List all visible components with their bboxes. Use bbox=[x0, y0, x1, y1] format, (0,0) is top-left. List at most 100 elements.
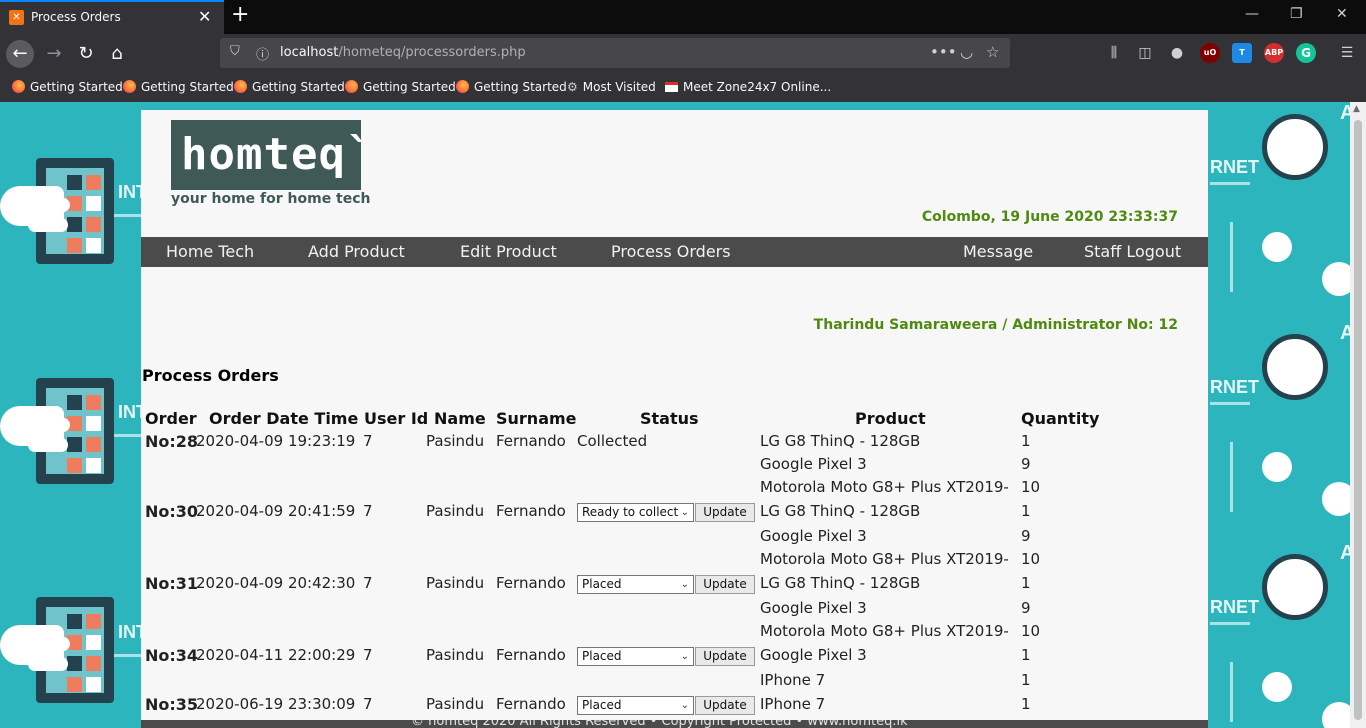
grammarly-icon[interactable]: G bbox=[1296, 43, 1316, 63]
bookmark-item[interactable]: Getting Started bbox=[345, 80, 456, 94]
restore-icon[interactable]: ❐ bbox=[1290, 6, 1303, 22]
library-icon[interactable]: ⫼ bbox=[1104, 43, 1124, 63]
product-name: LG G8 ThinQ - 128GB bbox=[760, 574, 921, 592]
chevron-down-icon: ⌄ bbox=[680, 579, 689, 590]
order-name: Pasindu bbox=[426, 695, 485, 713]
firefox-icon bbox=[234, 80, 247, 93]
browser-tab[interactable]: ✕ Process Orders ✕ bbox=[0, 0, 224, 34]
bookmark-star-icon[interactable]: ☆ bbox=[986, 43, 999, 61]
menu-staff-logout[interactable]: Staff Logout bbox=[1084, 242, 1181, 261]
tab-close-icon[interactable]: ✕ bbox=[198, 7, 211, 26]
home-icon[interactable]: ⌂ bbox=[103, 40, 131, 68]
update-button[interactable]: Update bbox=[695, 696, 755, 715]
product-name: Google Pixel 3 bbox=[760, 455, 867, 473]
order-number: No:35 bbox=[145, 695, 199, 714]
ublock-icon[interactable]: uO bbox=[1200, 43, 1220, 63]
adblock-plus-icon[interactable]: ABP bbox=[1264, 43, 1284, 63]
product-name: Google Pixel 3 bbox=[760, 527, 867, 545]
window-close-icon[interactable]: ✕ bbox=[1336, 6, 1348, 22]
url-text[interactable]: localhost/hometeq/processorders.php bbox=[280, 45, 526, 60]
product-name: Motorola Moto G8+ Plus XT2019- bbox=[760, 622, 1009, 640]
order-number: No:30 bbox=[145, 502, 199, 521]
update-button[interactable]: Update bbox=[695, 647, 755, 666]
reload-icon[interactable]: ↻ bbox=[72, 40, 100, 68]
pocket-icon[interactable]: ◡ bbox=[960, 43, 973, 61]
page-viewport: INT INT INT RNET RNET RNET A A A homteq`… bbox=[0, 102, 1350, 728]
product-name: Google Pixel 3 bbox=[760, 599, 867, 617]
translate-icon[interactable]: T bbox=[1232, 43, 1252, 63]
main-menu: Home Tech Add Product Edit Product Proce… bbox=[141, 237, 1208, 267]
order-user-id: 7 bbox=[363, 646, 373, 664]
wifi-router-graphic bbox=[1262, 334, 1328, 400]
bookmark-item-most-visited[interactable]: ⚙ Most Visited bbox=[567, 80, 656, 94]
product-qty: 10 bbox=[1021, 478, 1041, 496]
bookmark-item[interactable]: Getting Started bbox=[234, 80, 345, 94]
product-name: Motorola Moto G8+ Plus XT2019- bbox=[760, 478, 1009, 496]
info-icon[interactable]: ⓘ bbox=[256, 44, 269, 63]
site-footer: © homteq 2020 All Rights Reserved • Copy… bbox=[141, 720, 1208, 728]
page-actions-icon[interactable]: ••• bbox=[930, 43, 957, 61]
product-name: LG G8 ThinQ - 128GB bbox=[760, 502, 921, 520]
sidebar-icon[interactable]: ◫ bbox=[1135, 43, 1155, 63]
scroll-thumb[interactable] bbox=[1354, 120, 1362, 720]
order-name: Pasindu bbox=[426, 432, 485, 450]
url-host: localhost bbox=[280, 45, 339, 60]
order-datetime: 2020-04-11 22:00:29 bbox=[196, 646, 356, 664]
bookmark-item[interactable]: Getting Started bbox=[123, 80, 234, 94]
product-name: IPhone 7 bbox=[760, 695, 826, 713]
status-select[interactable]: Ready to collect ⌄ bbox=[577, 503, 694, 522]
product-qty: 1 bbox=[1021, 574, 1031, 592]
page-title: Process Orders bbox=[142, 366, 279, 385]
status-select-value: Placed bbox=[582, 649, 622, 663]
order-datetime: 2020-06-19 23:30:09 bbox=[196, 695, 356, 713]
product-name: LG G8 ThinQ - 128GB bbox=[760, 432, 921, 450]
order-user-id: 7 bbox=[363, 502, 373, 520]
bookmark-item[interactable]: Getting Started bbox=[456, 80, 567, 94]
menu-message[interactable]: Message bbox=[963, 242, 1033, 261]
product-qty: 9 bbox=[1021, 455, 1031, 473]
site-logo[interactable]: homteq` bbox=[171, 120, 372, 190]
header-quantity: Quantity bbox=[1021, 409, 1100, 428]
account-icon[interactable]: ● bbox=[1167, 43, 1187, 63]
order-surname: Fernando bbox=[496, 646, 566, 664]
menu-process-orders[interactable]: Process Orders bbox=[611, 242, 731, 261]
bookmark-item[interactable]: Getting Started bbox=[12, 80, 123, 94]
bookmark-item-meet[interactable]: Meet Zone24x7 Online... bbox=[665, 80, 831, 94]
logged-in-user: Tharindu Samaraweera / Administrator No:… bbox=[813, 317, 1178, 333]
new-tab-icon[interactable]: + bbox=[231, 2, 249, 27]
order-name: Pasindu bbox=[426, 502, 485, 520]
order-surname: Fernando bbox=[496, 502, 566, 520]
menu-edit-product[interactable]: Edit Product bbox=[460, 242, 557, 261]
bookmarks-toolbar: Getting Started Getting Started Getting … bbox=[0, 72, 1366, 102]
product-name: Google Pixel 3 bbox=[760, 646, 867, 664]
update-button[interactable]: Update bbox=[695, 503, 755, 522]
product-qty: 1 bbox=[1021, 671, 1031, 689]
order-surname: Fernando bbox=[496, 695, 566, 713]
header-surname: Surname bbox=[496, 409, 577, 428]
url-bar[interactable]: ⛉ ⓘ localhost/hometeq/processorders.php … bbox=[220, 38, 1010, 68]
minimize-icon[interactable]: — bbox=[1245, 6, 1259, 22]
order-name: Pasindu bbox=[426, 574, 485, 592]
tab-title: Process Orders bbox=[31, 10, 121, 24]
product-qty: 9 bbox=[1021, 599, 1031, 617]
status-select-value: Placed bbox=[582, 698, 622, 712]
status-select[interactable]: Placed ⌄ bbox=[577, 647, 694, 666]
firefox-icon bbox=[456, 80, 469, 93]
menu-add-product[interactable]: Add Product bbox=[308, 242, 405, 261]
scroll-up-arrow-icon[interactable]: ▲ bbox=[1353, 104, 1360, 114]
menu-home-tech[interactable]: Home Tech bbox=[166, 242, 254, 261]
status-select[interactable]: Placed ⌄ bbox=[577, 696, 694, 715]
product-qty: 9 bbox=[1021, 527, 1031, 545]
forward-arrow-icon[interactable]: → bbox=[40, 40, 68, 68]
menu-hamburger-icon[interactable]: ☰ bbox=[1337, 43, 1357, 63]
shield-icon[interactable]: ⛉ bbox=[230, 44, 240, 59]
order-datetime: 2020-04-09 20:42:30 bbox=[196, 574, 356, 592]
back-arrow-icon[interactable]: ← bbox=[6, 40, 34, 68]
page-scrollbar[interactable]: ▲ bbox=[1350, 102, 1366, 728]
update-button[interactable]: Update bbox=[695, 575, 755, 594]
order-user-id: 7 bbox=[363, 432, 373, 450]
product-qty: 1 bbox=[1021, 646, 1031, 664]
browser-tab-strip: ✕ Process Orders ✕ + — ❐ ✕ bbox=[0, 0, 1366, 34]
product-qty: 1 bbox=[1021, 502, 1031, 520]
status-select[interactable]: Placed ⌄ bbox=[577, 575, 694, 594]
